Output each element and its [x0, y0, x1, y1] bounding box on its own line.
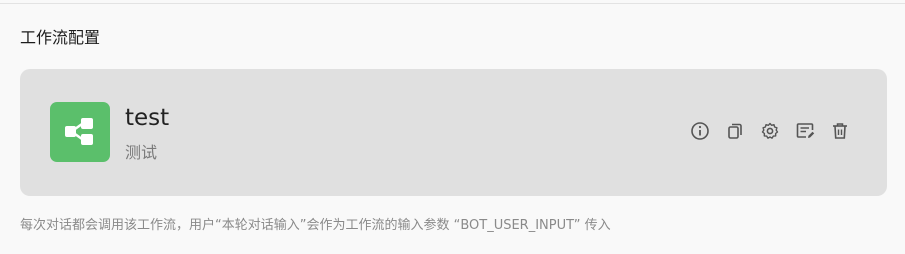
settings-gear-icon [761, 122, 779, 139]
copy-button[interactable] [724, 120, 746, 142]
workflow-actions [689, 120, 851, 142]
delete-button[interactable] [829, 120, 851, 142]
settings-button[interactable] [759, 120, 781, 142]
edit-icon [796, 123, 815, 138]
delete-icon [833, 123, 847, 139]
top-divider [0, 3, 905, 4]
footer-note: 每次对话都会调用该工作流，用户“本轮对话输入”会作为工作流的输入参数 “BOT_… [20, 218, 611, 233]
workflow-name: test [125, 105, 170, 131]
copy-icon [728, 123, 742, 139]
workflow-nodes-icon [50, 102, 110, 162]
info-button[interactable] [689, 120, 711, 142]
edit-button[interactable] [794, 120, 816, 142]
section-title: 工作流配置 [20, 28, 101, 47]
info-icon [691, 122, 709, 140]
workflow-description: 测试 [125, 143, 158, 162]
workflow-card[interactable]: test 测试 [20, 69, 887, 196]
